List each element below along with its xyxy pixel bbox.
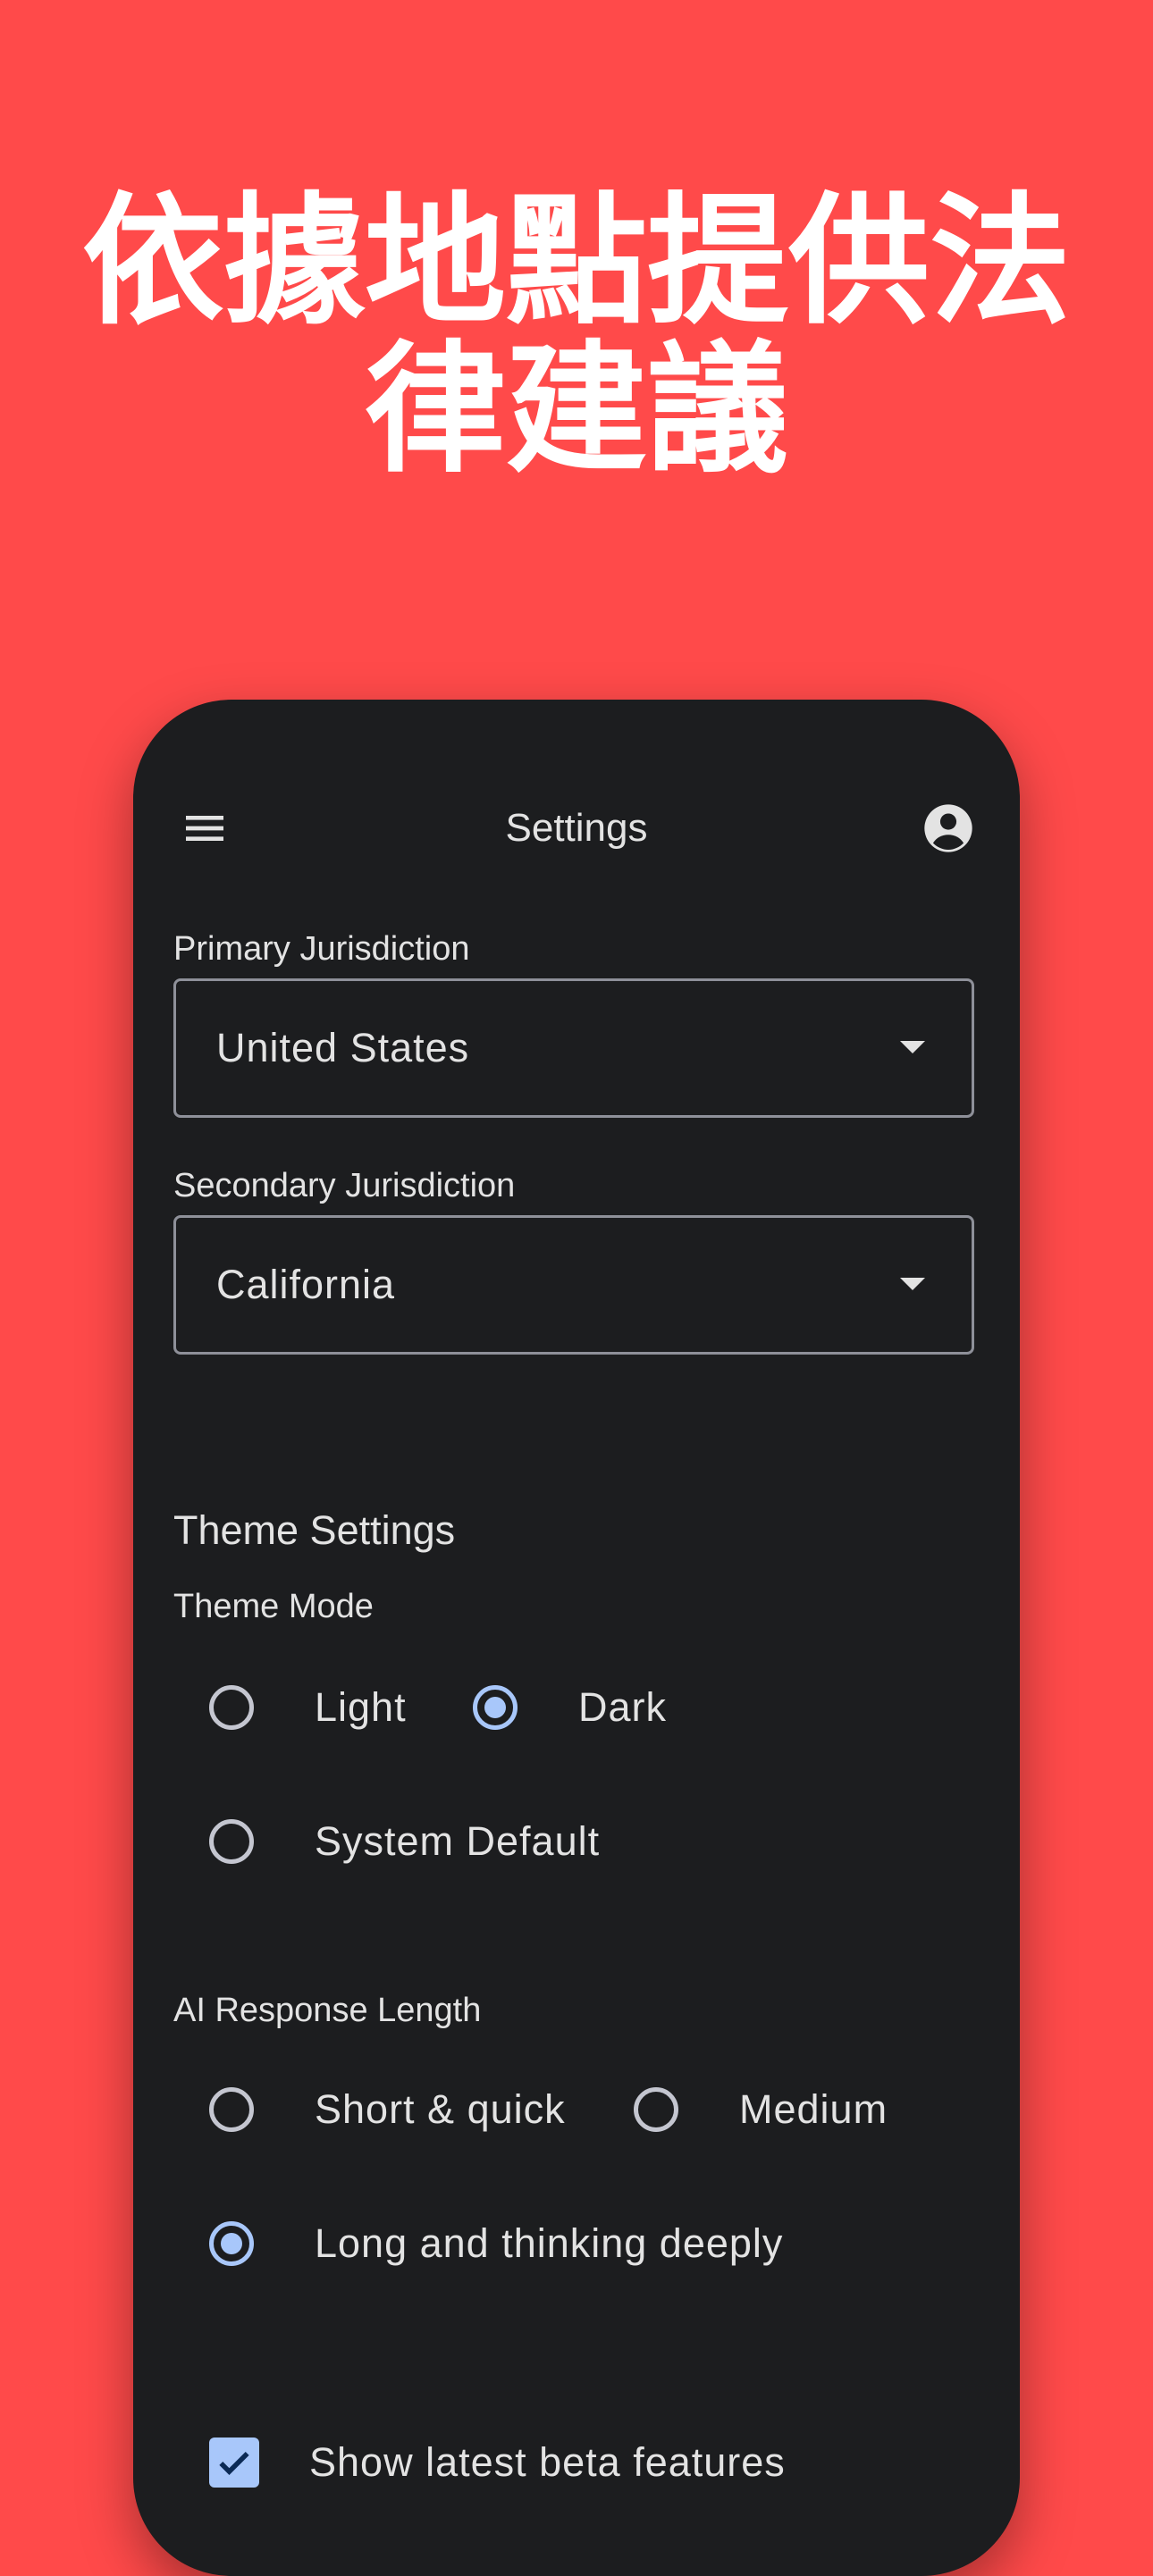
theme-option-dark-label: Dark [578, 1684, 668, 1730]
radio-button-system-default[interactable] [209, 1819, 254, 1864]
ai-option-long[interactable]: Long and thinking deeply [209, 2203, 783, 2284]
beta-features-label: Show latest beta features [309, 2439, 786, 2485]
theme-option-system-default[interactable]: System Default [209, 1801, 600, 1882]
ai-option-short[interactable]: Short & quick [209, 2069, 566, 2150]
radio-button-short[interactable] [209, 2087, 254, 2132]
primary-jurisdiction-value: United States [216, 1025, 470, 1070]
ai-option-long-label: Long and thinking deeply [315, 2220, 784, 2266]
ai-option-medium-label: Medium [739, 2086, 888, 2132]
radio-button-dark[interactable] [473, 1685, 518, 1730]
radio-button-long[interactable] [209, 2221, 254, 2266]
promo-headline: 依據地點提供法 律建議 [0, 188, 1153, 484]
account-button[interactable] [909, 789, 988, 868]
theme-mode-label: Theme Mode [173, 1588, 374, 1625]
headline-line-1: 依據地點提供法 [82, 180, 1071, 344]
radio-button-light[interactable] [209, 1685, 254, 1730]
beta-features-option[interactable]: Show latest beta features [209, 2422, 786, 2503]
theme-option-system-default-label: System Default [315, 1818, 601, 1864]
theme-option-dark[interactable]: Dark [473, 1667, 667, 1748]
secondary-jurisdiction-dropdown[interactable]: California [173, 1215, 974, 1355]
phone-screen: Settings Primary Jurisdiction United Sta… [133, 700, 1020, 2576]
dropdown-arrow-icon [900, 1278, 925, 1290]
beta-features-checkbox[interactable] [209, 2438, 259, 2488]
primary-jurisdiction-dropdown[interactable]: United States [173, 978, 974, 1118]
ai-response-length-label: AI Response Length [173, 1992, 482, 2029]
secondary-jurisdiction-value: California [216, 1262, 396, 1307]
theme-option-light[interactable]: Light [209, 1667, 407, 1748]
headline-line-2: 律建議 [365, 328, 788, 492]
account-circle-icon [924, 804, 972, 852]
ai-option-short-label: Short & quick [315, 2086, 566, 2132]
dropdown-arrow-icon [900, 1041, 925, 1053]
secondary-jurisdiction-label: Secondary Jurisdiction [173, 1167, 516, 1204]
radio-button-medium[interactable] [634, 2087, 678, 2132]
theme-option-light-label: Light [315, 1684, 407, 1730]
checkmark-icon [219, 2451, 249, 2475]
menu-icon [186, 816, 223, 841]
menu-button[interactable] [165, 789, 244, 868]
page-title: Settings [505, 806, 648, 850]
top-app-bar: Settings [133, 789, 1020, 868]
theme-settings-heading: Theme Settings [173, 1507, 456, 1553]
primary-jurisdiction-label: Primary Jurisdiction [173, 930, 470, 968]
ai-option-medium[interactable]: Medium [634, 2069, 888, 2150]
